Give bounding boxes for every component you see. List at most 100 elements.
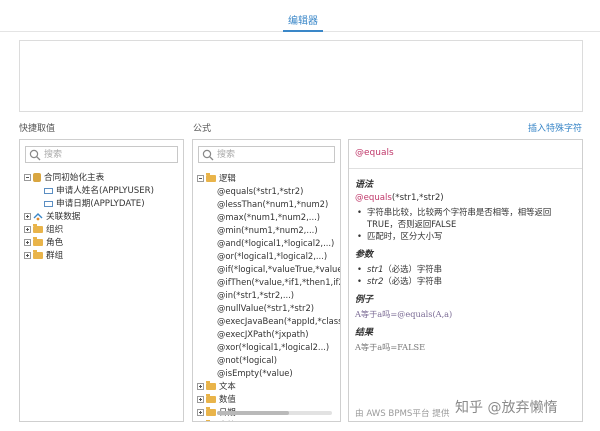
param-desc: （必选）字符串 [383, 264, 443, 274]
params-heading: 参数 [355, 250, 374, 260]
formula-group-text[interactable]: 文本 [197, 380, 336, 393]
tree-item-org[interactable]: 组织 [24, 224, 179, 237]
formula-item[interactable]: @and(*logical1,*logical2,...) [197, 237, 336, 250]
insert-special-char-link[interactable]: 插入特殊字符 [528, 121, 582, 134]
provider-footer: 由 AWS BPMS平台 提供 [355, 409, 450, 419]
formula-item[interactable]: @in(*str1,*str2,...) [197, 289, 336, 302]
tree-item-label: 组织 [46, 225, 64, 235]
database-icon [33, 173, 41, 182]
quick-value-label: 快捷取值 [19, 124, 56, 134]
formula-search-input[interactable] [217, 148, 330, 161]
example-heading: 例子 [355, 295, 374, 305]
formula-tree: 逻辑 @equals(*str1,*str2) @lessThan(*num1,… [197, 172, 340, 421]
divider [349, 168, 582, 169]
formula-label: @ifThen(*value,*if1,*then1,if2, [217, 277, 341, 287]
result-text: A等于a吗=FALSE [355, 342, 426, 352]
description-item: 匹配时，区分大小写 [355, 230, 576, 242]
search-icon [29, 149, 41, 161]
tree-item-label: 关联数据 [46, 212, 81, 222]
formula-group-logic[interactable]: 逻辑 [197, 172, 336, 185]
example-prefix: A等于a吗= [355, 309, 398, 319]
formula-item[interactable]: @xor(*logical1,*logical2...) [197, 341, 336, 354]
formula-label: @isEmpty(*value) [217, 368, 293, 378]
tree-item-label: 群组 [46, 251, 64, 261]
field-icon [44, 200, 53, 207]
tree-item-role[interactable]: 角色 [24, 237, 179, 250]
formula-editor[interactable] [19, 40, 583, 112]
help-function-name: @equals [355, 148, 394, 158]
tree-item-main-table[interactable]: 合同初始化主表 [24, 172, 179, 185]
folder-icon [206, 394, 216, 403]
formula-group-number[interactable]: 数值 [197, 393, 336, 406]
formula-item[interactable]: @ifThen(*value,*if1,*then1,if2, [197, 276, 340, 289]
tree-item-label: 申请人姓名(APPLYUSER) [56, 186, 154, 196]
collapse-toggle[interactable] [197, 175, 204, 182]
field-icon [44, 187, 53, 194]
folder-icon [206, 407, 216, 416]
formula-item[interactable]: @lessThan(*num1,*num2) [197, 198, 336, 211]
syntax-args: (*str1,*str2) [391, 193, 444, 203]
horizontal-scrollbar[interactable] [217, 411, 332, 415]
param-item: str1（必选）字符串 [355, 263, 576, 275]
collapse-toggle[interactable] [24, 174, 31, 181]
formula-item[interactable]: @execJavaBean(*appId,*class [197, 315, 340, 328]
expand-toggle[interactable] [197, 396, 204, 403]
example-function: @equals(A,a) [397, 309, 453, 319]
param-name: str2 [367, 276, 384, 286]
tab-editor[interactable]: 编辑器 [283, 12, 323, 32]
quick-value-panel: 合同初始化主表 申请人姓名(APPLYUSER) 申请日期(APPLYDATE)… [19, 139, 184, 422]
folder-icon [206, 381, 216, 390]
formula-group-string[interactable]: 字符 [197, 419, 336, 421]
folder-icon [33, 224, 43, 233]
formula-label: @execJXPath(*jxpath) [217, 329, 309, 339]
tree-item-group[interactable]: 群组 [24, 250, 179, 263]
formula-label: @in(*str1,*str2,...) [217, 290, 295, 300]
tab-bar: 编辑器 [0, 0, 600, 32]
link-icon [33, 213, 43, 221]
formula-item[interactable]: @equals(*str1,*str2) [197, 185, 336, 198]
formula-search[interactable] [198, 146, 335, 163]
tree-item-applydate[interactable]: 申请日期(APPLYDATE) [24, 198, 179, 211]
formula-item[interactable]: @if(*logical,*valueTrue,*valueF [197, 263, 340, 276]
result-heading: 结果 [355, 328, 374, 338]
group-label: 字符 [219, 420, 236, 421]
formula-item[interactable]: @min(*num1,*num2,...) [197, 224, 336, 237]
expand-toggle[interactable] [24, 252, 31, 259]
syntax-function: @equals [355, 193, 392, 203]
quick-value-tree: 合同初始化主表 申请人姓名(APPLYUSER) 申请日期(APPLYDATE)… [24, 172, 179, 263]
formula-label: @if(*logical,*valueTrue,*valueF [217, 264, 341, 274]
formula-item[interactable]: @or(*logical1,*logical2,...) [197, 250, 336, 263]
param-name: str1 [367, 264, 384, 274]
tree-item-related-data[interactable]: 关联数据 [24, 211, 179, 224]
tree-item-label: 角色 [46, 238, 64, 248]
formula-label: @lessThan(*num1,*num2) [217, 199, 329, 209]
formula-label: @and(*logical1,*logical2,...) [217, 238, 335, 248]
expand-toggle[interactable] [197, 409, 204, 416]
expand-toggle[interactable] [24, 213, 31, 220]
folder-icon [206, 173, 216, 182]
group-label: 文本 [219, 381, 236, 391]
tree-item-label: 申请日期(APPLYDATE) [56, 199, 145, 209]
scrollbar-thumb[interactable] [217, 411, 289, 415]
formula-label: @not(*logical) [217, 355, 277, 365]
expand-toggle[interactable] [197, 383, 204, 390]
formula-item[interactable]: @not(*logical) [197, 354, 336, 367]
tree-item-applyuser[interactable]: 申请人姓名(APPLYUSER) [24, 185, 179, 198]
syntax-heading: 语法 [355, 180, 374, 190]
formula-item[interactable]: @execJXPath(*jxpath) [197, 328, 336, 341]
expand-toggle[interactable] [24, 239, 31, 246]
description-item: 字符串比较，比较两个字符串是否相等，相等返回TRUE，否则返回FALSE [355, 206, 576, 230]
formula-label: @execJavaBean(*appId,*class [217, 316, 341, 326]
folder-icon [33, 250, 43, 259]
formula-label: @xor(*logical1,*logical2...) [217, 342, 330, 352]
param-item: str2（必选）字符串 [355, 275, 576, 287]
formula-item[interactable]: @max(*num1,*num2,...) [197, 211, 336, 224]
formula-item[interactable]: @isEmpty(*value) [197, 367, 336, 380]
quick-value-search[interactable] [25, 146, 178, 163]
formula-help-panel: @equals 语法 @equals(*str1,*str2) 字符串比较，比较… [348, 139, 583, 422]
quick-value-search-input[interactable] [44, 148, 173, 161]
expand-toggle[interactable] [24, 226, 31, 233]
group-label: 数值 [219, 394, 236, 404]
formula-item[interactable]: @nullValue(*str1,*str2) [197, 302, 336, 315]
formula-panel: 逻辑 @equals(*str1,*str2) @lessThan(*num1,… [192, 139, 341, 422]
